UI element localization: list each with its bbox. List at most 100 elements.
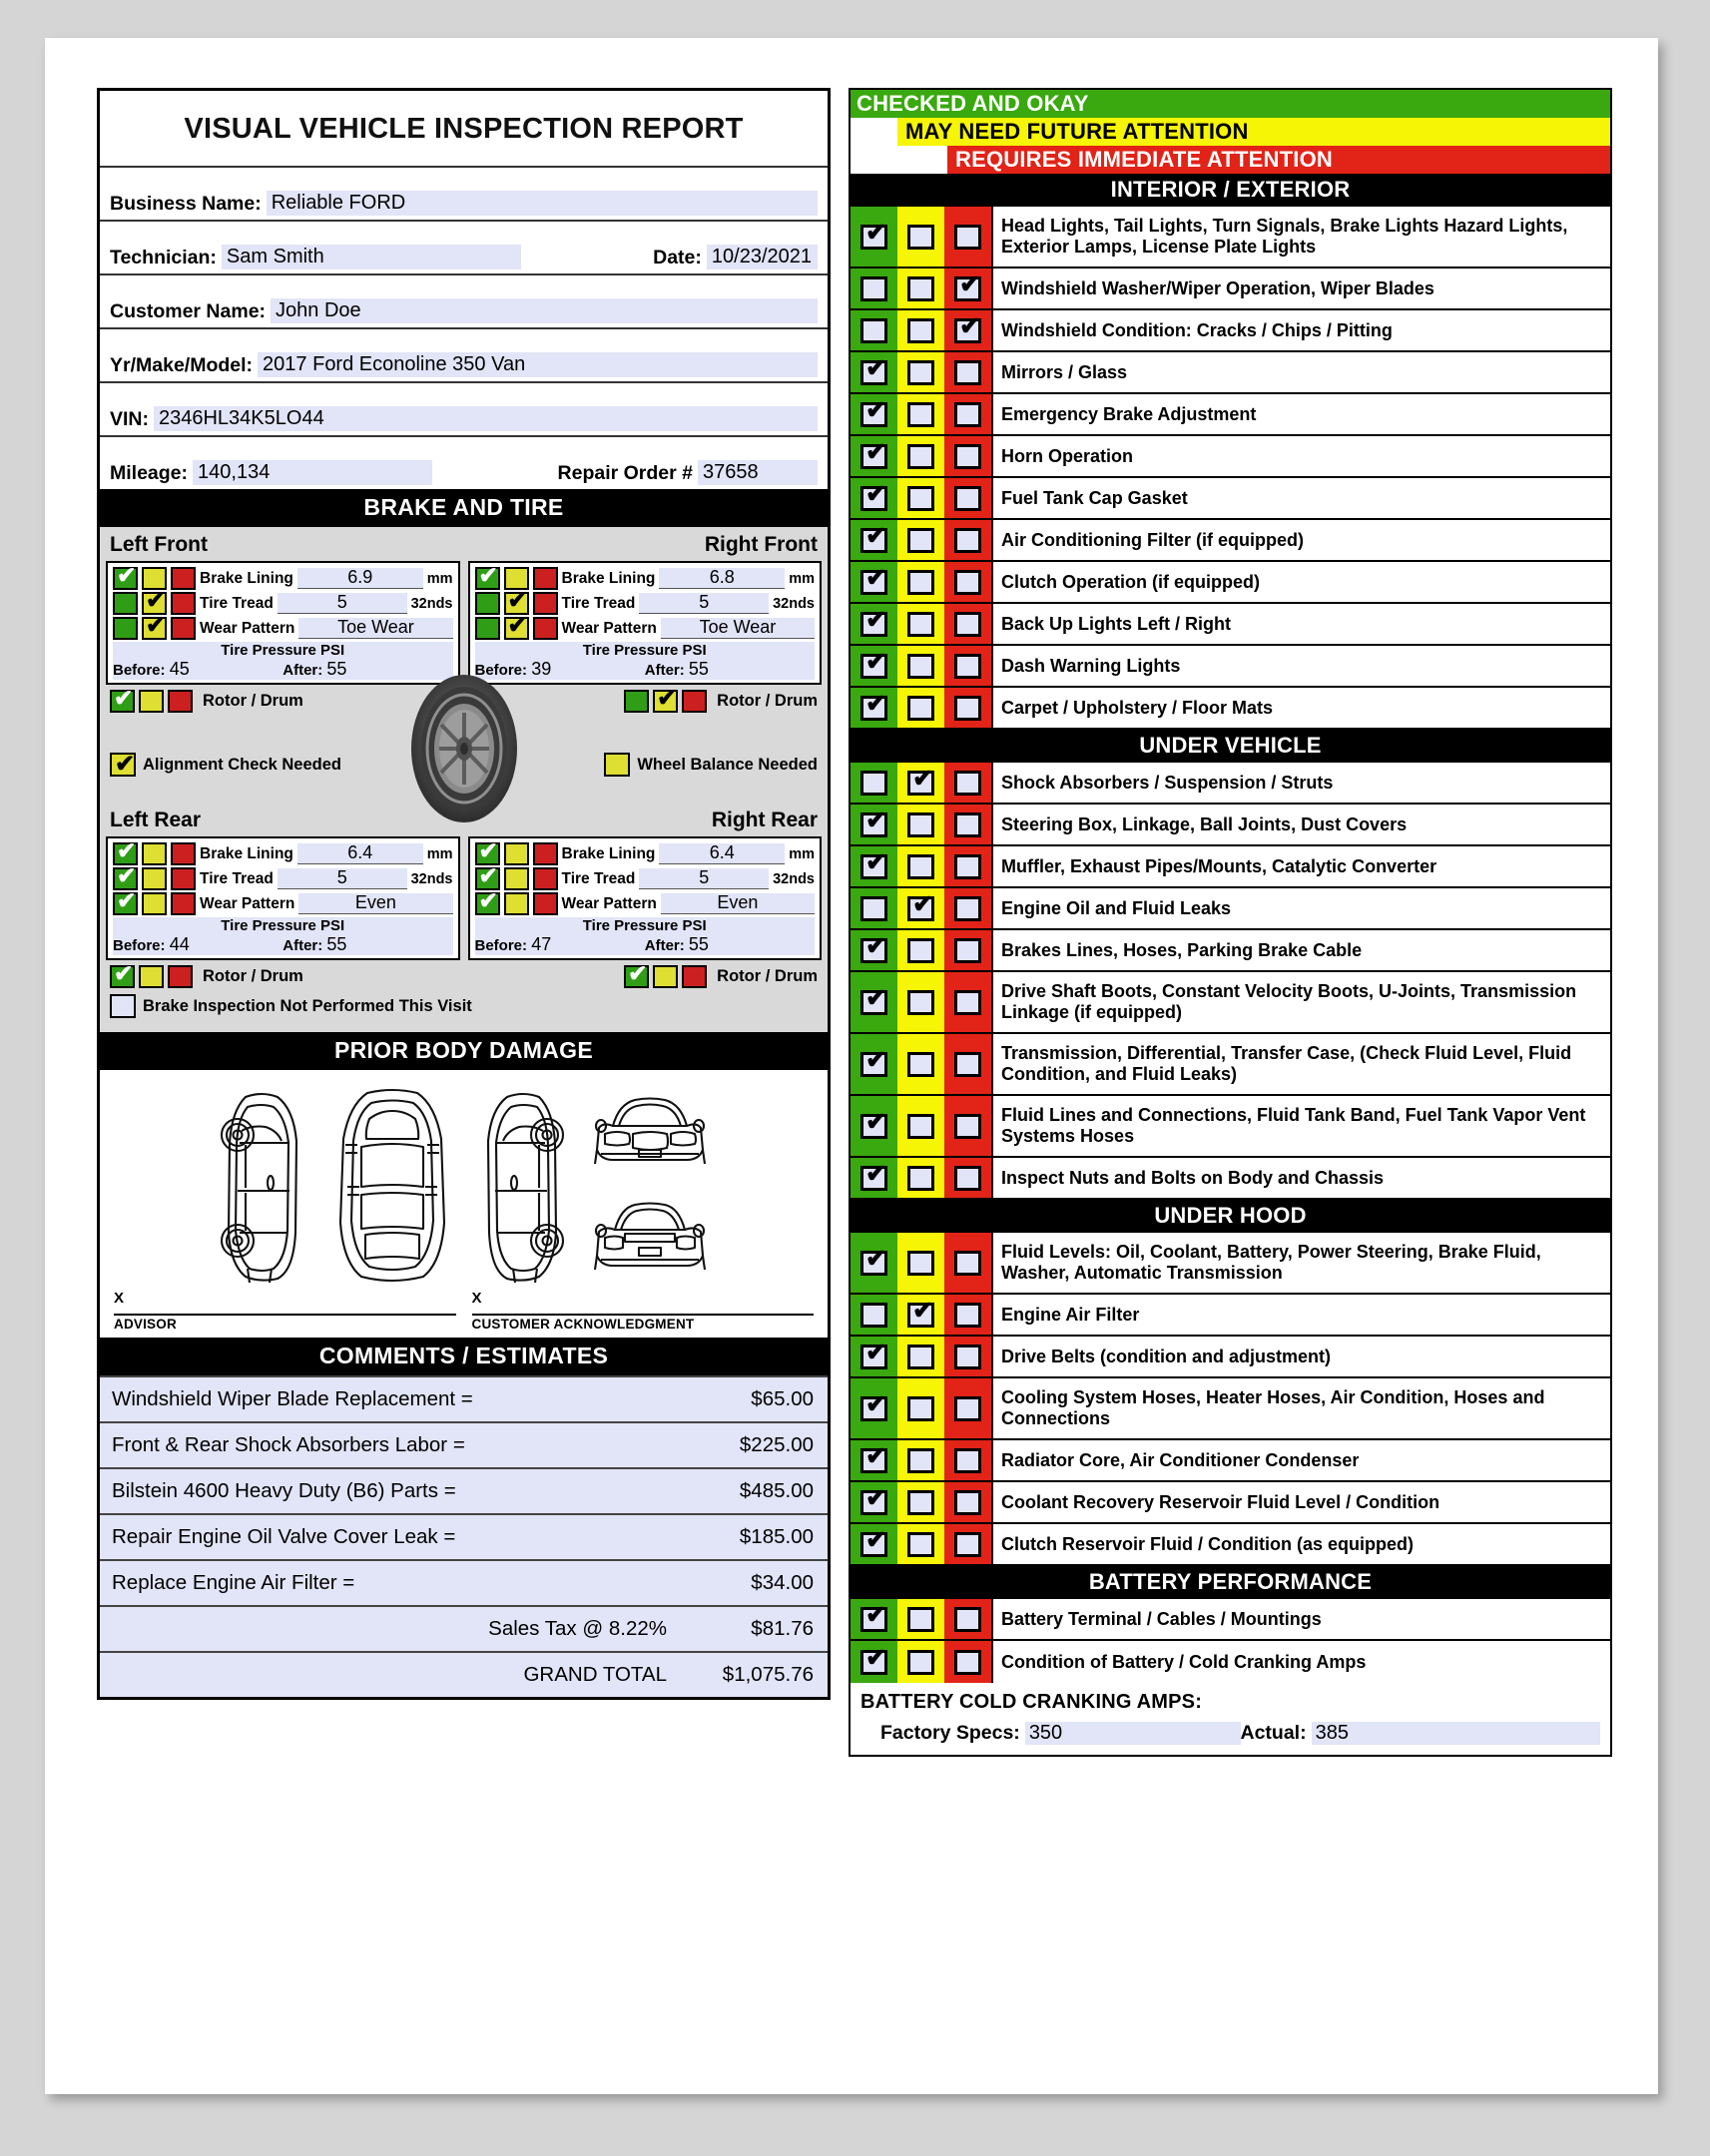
left-rear-rotor[interactable]: ✔ Rotor / Drum [110,962,303,988]
checkbox-y[interactable] [907,443,934,469]
corner2-row0-value[interactable]: 6.4 [296,842,423,864]
corner3-psi-after[interactable]: After: 55 [645,934,815,955]
checkbox-y[interactable] [907,1113,934,1139]
corner1-psi-after[interactable]: After: 55 [645,659,815,680]
corner1-row1-value[interactable]: 5 [639,592,770,614]
checkbox-y[interactable] [907,937,934,963]
corner1-rotor-r-swatch[interactable] [682,690,708,713]
checkbox-r[interactable] [954,1165,981,1191]
corner3-psi-before[interactable]: Before: 47 [475,934,645,955]
business-name-value[interactable]: Reliable FORD [266,191,818,216]
advisor-signature-line[interactable] [114,1307,456,1316]
yr-make-model-value[interactable]: 2017 Ford Econoline 350 Van [258,352,818,377]
corner3-row0-value[interactable]: 6.4 [659,842,786,864]
checkbox-r[interactable] [954,527,981,553]
checkbox-r[interactable] [954,1489,981,1515]
checkbox-r[interactable] [954,1113,981,1139]
checkbox-y[interactable]: ✔ [907,1298,934,1328]
checkbox-r[interactable] [954,937,981,963]
corner2-row0-r-swatch[interactable] [171,842,196,865]
corner2-rotor-r-swatch[interactable] [168,965,193,988]
corner1-row1-r-swatch[interactable] [532,592,558,615]
checkbox-r[interactable] [954,895,981,921]
cca-actual-value[interactable]: 385 [1311,1722,1600,1745]
checkbox-g[interactable]: ✔ [860,397,887,427]
checkbox-y[interactable] [907,989,934,1015]
checkbox-r[interactable] [954,1447,981,1473]
checkbox-g[interactable] [860,770,887,796]
checkbox-g[interactable]: ✔ [860,439,887,469]
checkbox-r[interactable] [954,1344,981,1369]
corner2-rotor-y-swatch[interactable] [139,965,164,988]
corner0-row1-g-swatch[interactable] [113,592,138,615]
customer-name-value[interactable]: John Doe [271,298,818,323]
checkbox-r[interactable] [954,1606,981,1632]
corner0-row2-r-swatch[interactable] [171,617,196,640]
checkbox-r[interactable] [954,359,981,385]
corner2-row2-value[interactable]: Even [298,892,453,914]
corner3-row1-y-swatch[interactable] [503,867,529,890]
checkbox-y[interactable] [907,1606,934,1632]
right-rear-rotor[interactable]: ✔ Rotor / Drum [624,962,818,988]
checkbox-r[interactable] [954,1051,981,1077]
cca-factory-value[interactable]: 350 [1024,1722,1241,1745]
checkbox-y[interactable] [907,275,934,301]
checkbox-g[interactable]: ✔ [860,985,887,1015]
corner1-row1-g-swatch[interactable] [474,592,500,615]
checkbox-r[interactable] [954,695,981,721]
checkbox-r[interactable] [954,853,981,879]
checkbox-g[interactable] [860,317,887,343]
corner2-row1-y-swatch[interactable] [142,867,167,890]
checkbox-g[interactable]: ✔ [860,523,887,553]
checkbox-r[interactable] [954,1649,981,1675]
checkbox-y[interactable] [907,695,934,721]
checkbox-r[interactable] [954,569,981,595]
corner2-row2-r-swatch[interactable] [171,892,196,915]
checkbox-r[interactable] [954,811,981,837]
checkbox-r[interactable]: ✔ [954,271,981,301]
checkbox-g[interactable]: ✔ [860,1485,887,1515]
corner1-rotor-y-swatch[interactable]: ✔ [653,687,679,713]
checkbox-y[interactable] [907,1531,934,1557]
body-damage-diagram[interactable]: X ADVISOR X CUSTOMER ACKNOWLEDGMENT [100,1070,828,1338]
corner0-row0-r-swatch[interactable] [171,567,196,590]
corner2-psi-after[interactable]: After: 55 [283,934,452,955]
corner0-rotor-y-swatch[interactable] [139,690,164,713]
checkbox-y[interactable] [907,1250,934,1276]
corner1-row0-g-swatch[interactable]: ✔ [474,564,500,590]
corner3-rotor-y-swatch[interactable] [653,965,679,988]
mileage-value[interactable]: 140,134 [193,460,433,485]
checkbox-y[interactable] [907,224,934,250]
corner2-row2-y-swatch[interactable] [142,892,167,915]
corner1-row2-g-swatch[interactable] [474,617,500,640]
checkbox-y[interactable] [907,611,934,637]
checkbox-y[interactable] [907,1489,934,1515]
checkbox-y[interactable] [907,1344,934,1369]
checkbox-g[interactable]: ✔ [860,565,887,595]
date-value[interactable]: 10/23/2021 [706,245,818,270]
checkbox-g[interactable]: ✔ [860,691,887,721]
checkbox-r[interactable] [954,770,981,796]
checkbox-g[interactable]: ✔ [860,481,887,511]
checkbox-y[interactable] [907,401,934,427]
corner0-row1-value[interactable]: 5 [277,592,407,614]
corner1-row0-value[interactable]: 6.8 [659,567,786,589]
technician-value[interactable]: Sam Smith [221,245,521,270]
checkbox-y[interactable]: ✔ [907,891,934,921]
corner0-rotor-g-swatch[interactable]: ✔ [110,687,135,713]
checkbox-r[interactable] [954,401,981,427]
checkbox-g[interactable]: ✔ [860,220,887,250]
checkbox-y[interactable] [907,1649,934,1675]
checkbox-r[interactable] [954,443,981,469]
checkbox-y[interactable] [907,653,934,679]
corner3-row2-r-swatch[interactable] [532,892,558,915]
checkbox-g[interactable]: ✔ [860,933,887,963]
customer-signature[interactable]: X CUSTOMER ACKNOWLEDGMENT [471,1290,814,1332]
checkbox-g[interactable]: ✔ [860,1602,887,1632]
checkbox-r[interactable]: ✔ [954,313,981,343]
corner0-row1-r-swatch[interactable] [171,592,196,615]
checkbox-y[interactable] [907,485,934,511]
customer-signature-line[interactable] [471,1307,814,1316]
corner3-row1-r-swatch[interactable] [532,867,558,890]
corner3-row1-value[interactable]: 5 [639,867,770,889]
